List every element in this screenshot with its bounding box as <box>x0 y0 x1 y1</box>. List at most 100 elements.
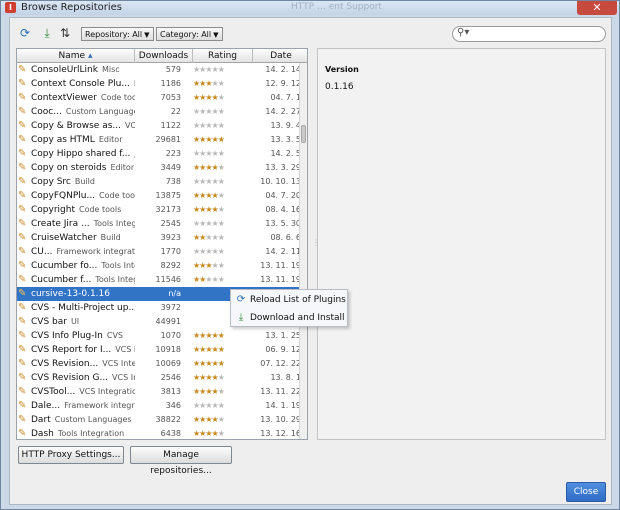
plugin-date: 13. 3. 29 <box>265 163 301 172</box>
search-input[interactable] <box>471 28 601 40</box>
plugin-name: Copy on steroids <box>31 163 107 173</box>
table-row[interactable]: ✎ CVSTool... VCS Integratio 3813 ★★★★★ 13. 11… <box>17 385 301 399</box>
star-icon: ★ <box>217 387 225 396</box>
plugin-downloads: 2546 <box>160 373 181 382</box>
plugin-name: CVS Info Plug-In <box>31 331 103 341</box>
plugin-name-cell: ConsoleUrlLink Misc <box>31 63 135 77</box>
column-header-downloads[interactable]: Downloads <box>135 49 193 63</box>
dialog-content: ⟳ ⤓ ⇅ Repository: All ▼ Category: All ▼ ⚲▾… <box>9 17 612 505</box>
rating-stars: ★★★★★ <box>193 427 237 439</box>
plugin-category: CVS <box>106 331 123 340</box>
plugin-date: 13. 12. 16 <box>260 429 301 438</box>
download-icon[interactable]: ⤓ <box>40 26 54 40</box>
table-row[interactable]: ✎ Copy Hippo shared f...J2e 223 ★★★★★ 14. 2.… <box>17 147 301 161</box>
plugin-category: Editor <box>98 135 123 144</box>
star-icon: ★ <box>217 65 225 74</box>
plugin-date: 14. 2. 27 <box>265 107 301 116</box>
table-row[interactable]: ✎ Copy Src Build 738 ★★★★★ 10. 10. 13 <box>17 175 301 189</box>
table-row[interactable]: ✎ Copy on steroids Editor 3449 ★★★★★ 13. 3. 2… <box>17 161 301 175</box>
category-combo-label: Category: All <box>160 30 212 39</box>
column-header-date[interactable]: Date <box>253 49 307 63</box>
plugin-icon: ✎ <box>18 134 27 145</box>
table-row[interactable]: ✎ Copyright Code tools 32173 ★★★★★ 08. 4. 16 <box>17 203 301 217</box>
table-row[interactable]: ✎ CopyFQNPlu... Code tool 13875 ★★★★★ 04. 7. … <box>17 189 301 203</box>
plugin-date: 12. 9. 12 <box>265 79 301 88</box>
column-header-rating[interactable]: Rating <box>193 49 253 63</box>
repository-combo[interactable]: Repository: All ▼ <box>81 27 154 41</box>
plugin-name-cell: Copy on steroids Editor <box>31 161 135 175</box>
plugin-name-cell: CVS Info Plug-In CVS <box>31 329 135 343</box>
close-button[interactable]: Close <box>566 482 606 502</box>
rating-stars: ★★★★★ <box>193 63 237 77</box>
vertical-scrollbar[interactable] <box>299 63 307 439</box>
rating-stars: ★★★★★ <box>193 91 237 105</box>
plugin-name: CruiseWatcher <box>31 233 97 243</box>
table-row[interactable]: ✎ Context Console Plu...Mis 1186 ★★★★★ 12. 9… <box>17 77 301 91</box>
plugin-downloads: 346 <box>165 401 181 410</box>
plugin-name: CVS - Multi-Project up... <box>31 303 135 313</box>
plugin-downloads: n/a <box>168 289 181 298</box>
table-row[interactable]: ✎ ConsoleUrlLink Misc 579 ★★★★★ 14. 2. 14 <box>17 63 301 77</box>
menu-item-reload-list[interactable]: ⟳ Reload List of Plugins <box>231 291 347 309</box>
plugin-date: 08. 4. 16 <box>265 205 301 214</box>
star-icon: ★ <box>217 177 225 186</box>
star-icon: ★ <box>217 275 225 284</box>
http-proxy-settings-button[interactable]: HTTP Proxy Settings... <box>18 446 124 464</box>
table-row[interactable]: ✎ Create Jira ...Tools Integra 2545 ★★★★★ 13… <box>17 217 301 231</box>
table-row[interactable]: ✎ Copy & Browse as... VCS 1122 ★★★★★ 13. 9. 4 <box>17 119 301 133</box>
scrollbar-thumb[interactable] <box>301 125 306 143</box>
plugin-icon: ✎ <box>18 288 27 299</box>
plugins-table[interactable]: Name ▴ Downloads Rating Date ✎ ConsoleUrl… <box>16 48 308 440</box>
table-row[interactable]: ✎ Cucumber f... Tools Integ 11546 ★★★★★ 13. 1… <box>17 273 301 287</box>
plugin-name: Dale... <box>31 401 61 411</box>
table-row[interactable]: ✎ Cucumber fo...Tools Inte 8292 ★★★★★ 13. 11… <box>17 259 301 273</box>
plugin-icon: ✎ <box>18 428 27 439</box>
table-row[interactable]: ✎ Dale... Framework integrat 346 ★★★★★ 14. 1.… <box>17 399 301 413</box>
plugin-name-cell: Cooc... Custom Languages <box>31 105 135 119</box>
rating-stars: ★★★★★ <box>193 343 237 357</box>
table-row[interactable]: ✎ CVS Report for I...VCS In 10918 ★★★★★ 06. … <box>17 343 301 357</box>
sort-icon[interactable]: ⇅ <box>58 26 72 40</box>
plugin-name-cell: CVS Revision G...VCS Inte <box>31 371 135 385</box>
table-row[interactable]: ✎ CVS Revision G...VCS Inte 2546 ★★★★★ 13. 8… <box>17 371 301 385</box>
search-box[interactable]: ⚲▾ <box>452 26 606 42</box>
plugin-downloads: 3449 <box>160 163 181 172</box>
plugin-category: Code tools <box>100 93 135 102</box>
refresh-icon[interactable]: ⟳ <box>18 26 32 40</box>
rating-stars: ★★★★★ <box>193 77 237 91</box>
plugin-name-cell: CVS bar UI <box>31 315 135 329</box>
plugin-name: CVS Revision... <box>31 359 99 369</box>
category-combo[interactable]: Category: All ▼ <box>156 27 223 41</box>
table-row[interactable]: ✎ Copy as HTML Editor 29681 ★★★★★ 13. 3. 5 <box>17 133 301 147</box>
plugin-icon: ✎ <box>18 64 27 75</box>
title-bar[interactable]: I Browse Repositories HTTP … ent Support… <box>1 1 619 15</box>
plugin-downloads: 3813 <box>160 387 181 396</box>
plugin-category: Tools Inte <box>101 261 135 270</box>
table-row[interactable]: ✎ CVS Revision...VCS Integr 10069 ★★★★★ 07. … <box>17 357 301 371</box>
manage-repositories-button[interactable]: Manage repositories... <box>130 446 232 476</box>
menu-item-download-install[interactable]: ⤓ Download and Install <box>231 309 347 327</box>
plugin-downloads: 29681 <box>155 135 181 144</box>
table-row[interactable]: ✎ Dash Tools Integration 6438 ★★★★★ 13. 12. 1… <box>17 427 301 439</box>
sort-asc-icon: ▴ <box>87 51 93 61</box>
table-row[interactable]: ✎ CVS Info Plug-In CVS 1070 ★★★★★ 13. 1. 25 <box>17 329 301 343</box>
plugin-name: CVSTool... <box>31 387 76 397</box>
plugin-name: CVS bar <box>31 317 67 327</box>
column-header-name[interactable]: Name ▴ <box>17 49 135 63</box>
table-row[interactable]: ✎ Cooc... Custom Languages 22 ★★★★★ 14. 2. 27 <box>17 105 301 119</box>
window-close-icon[interactable]: ✕ <box>577 1 617 15</box>
plugin-icon: ✎ <box>18 204 27 215</box>
plugin-name-cell: Dart Custom Languages <box>31 413 135 427</box>
plugin-icon: ✎ <box>18 190 27 201</box>
plugin-name-cell: CVS Revision...VCS Integr <box>31 357 135 371</box>
plugin-name-cell: Dale... Framework integrat <box>31 399 135 413</box>
plugin-name-cell: CopyFQNPlu... Code tool <box>31 189 135 203</box>
plugin-downloads: 223 <box>165 149 181 158</box>
rating-stars: ★★★★★ <box>193 259 237 273</box>
plugin-category: Framework integratio <box>56 247 135 256</box>
table-row[interactable]: ✎ CU... Framework integratio 1770 ★★★★★ 14. 2… <box>17 245 301 259</box>
table-row[interactable]: ✎ Dart Custom Languages 38822 ★★★★★ 13. 10. 2… <box>17 413 301 427</box>
plugin-icon: ✎ <box>18 106 27 117</box>
table-row[interactable]: ✎ ContextViewerCode tools 7053 ★★★★★ 04. 7. … <box>17 91 301 105</box>
table-row[interactable]: ✎ CruiseWatcher Build 3923 ★★★★★ 08. 6. 6 <box>17 231 301 245</box>
